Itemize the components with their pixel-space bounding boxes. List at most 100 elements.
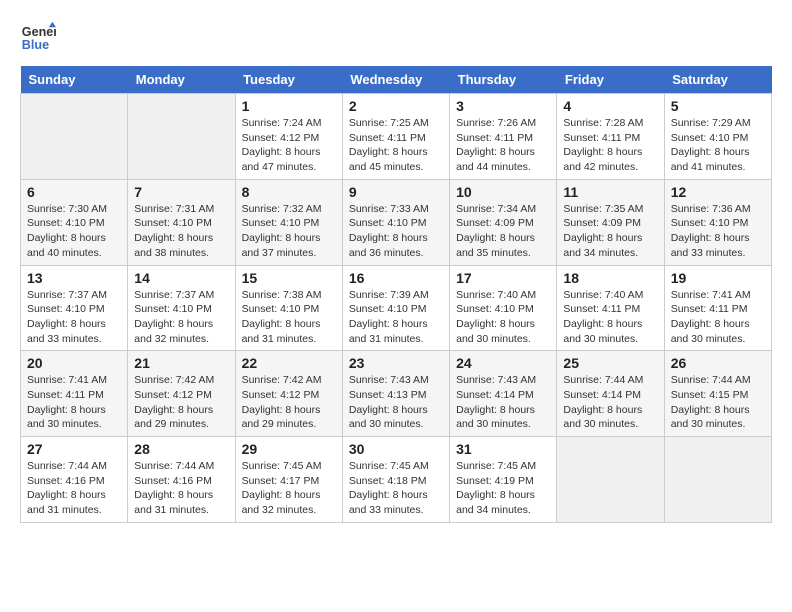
calendar-cell: 31 Sunrise: 7:45 AMSunset: 4:19 PMDaylig… <box>450 437 557 523</box>
calendar-cell: 29 Sunrise: 7:45 AMSunset: 4:17 PMDaylig… <box>235 437 342 523</box>
day-number: 29 <box>242 441 336 457</box>
calendar-week-3: 13 Sunrise: 7:37 AMSunset: 4:10 PMDaylig… <box>21 265 772 351</box>
day-info: Sunrise: 7:39 AMSunset: 4:10 PMDaylight:… <box>349 289 429 345</box>
calendar-cell <box>557 437 664 523</box>
day-info: Sunrise: 7:41 AMSunset: 4:11 PMDaylight:… <box>27 374 107 430</box>
day-info: Sunrise: 7:29 AMSunset: 4:10 PMDaylight:… <box>671 117 751 173</box>
day-number: 19 <box>671 270 765 286</box>
calendar-cell <box>21 94 128 180</box>
day-number: 5 <box>671 98 765 114</box>
calendar-cell: 3 Sunrise: 7:26 AMSunset: 4:11 PMDayligh… <box>450 94 557 180</box>
calendar-cell: 25 Sunrise: 7:44 AMSunset: 4:14 PMDaylig… <box>557 351 664 437</box>
header-monday: Monday <box>128 66 235 94</box>
day-number: 26 <box>671 355 765 371</box>
calendar-cell: 9 Sunrise: 7:33 AMSunset: 4:10 PMDayligh… <box>342 179 449 265</box>
calendar-cell: 10 Sunrise: 7:34 AMSunset: 4:09 PMDaylig… <box>450 179 557 265</box>
logo: General Blue <box>20 20 56 56</box>
day-info: Sunrise: 7:26 AMSunset: 4:11 PMDaylight:… <box>456 117 536 173</box>
day-number: 23 <box>349 355 443 371</box>
day-info: Sunrise: 7:25 AMSunset: 4:11 PMDaylight:… <box>349 117 429 173</box>
day-info: Sunrise: 7:45 AMSunset: 4:19 PMDaylight:… <box>456 460 536 516</box>
day-number: 20 <box>27 355 121 371</box>
day-number: 3 <box>456 98 550 114</box>
calendar-cell: 6 Sunrise: 7:30 AMSunset: 4:10 PMDayligh… <box>21 179 128 265</box>
calendar-cell: 11 Sunrise: 7:35 AMSunset: 4:09 PMDaylig… <box>557 179 664 265</box>
calendar-week-4: 20 Sunrise: 7:41 AMSunset: 4:11 PMDaylig… <box>21 351 772 437</box>
day-info: Sunrise: 7:42 AMSunset: 4:12 PMDaylight:… <box>242 374 322 430</box>
calendar-cell: 2 Sunrise: 7:25 AMSunset: 4:11 PMDayligh… <box>342 94 449 180</box>
day-number: 2 <box>349 98 443 114</box>
calendar-cell: 28 Sunrise: 7:44 AMSunset: 4:16 PMDaylig… <box>128 437 235 523</box>
day-info: Sunrise: 7:45 AMSunset: 4:17 PMDaylight:… <box>242 460 322 516</box>
page-header: General Blue <box>20 20 772 56</box>
day-info: Sunrise: 7:34 AMSunset: 4:09 PMDaylight:… <box>456 203 536 259</box>
calendar-cell: 26 Sunrise: 7:44 AMSunset: 4:15 PMDaylig… <box>664 351 771 437</box>
day-info: Sunrise: 7:44 AMSunset: 4:14 PMDaylight:… <box>563 374 643 430</box>
day-info: Sunrise: 7:41 AMSunset: 4:11 PMDaylight:… <box>671 289 751 345</box>
day-number: 27 <box>27 441 121 457</box>
day-number: 14 <box>134 270 228 286</box>
day-number: 1 <box>242 98 336 114</box>
calendar-cell: 19 Sunrise: 7:41 AMSunset: 4:11 PMDaylig… <box>664 265 771 351</box>
header-sunday: Sunday <box>21 66 128 94</box>
day-number: 6 <box>27 184 121 200</box>
day-info: Sunrise: 7:30 AMSunset: 4:10 PMDaylight:… <box>27 203 107 259</box>
calendar-cell: 18 Sunrise: 7:40 AMSunset: 4:11 PMDaylig… <box>557 265 664 351</box>
calendar-cell: 22 Sunrise: 7:42 AMSunset: 4:12 PMDaylig… <box>235 351 342 437</box>
header-tuesday: Tuesday <box>235 66 342 94</box>
day-number: 30 <box>349 441 443 457</box>
calendar-cell: 14 Sunrise: 7:37 AMSunset: 4:10 PMDaylig… <box>128 265 235 351</box>
calendar-week-1: 1 Sunrise: 7:24 AMSunset: 4:12 PMDayligh… <box>21 94 772 180</box>
day-info: Sunrise: 7:42 AMSunset: 4:12 PMDaylight:… <box>134 374 214 430</box>
header-wednesday: Wednesday <box>342 66 449 94</box>
day-number: 9 <box>349 184 443 200</box>
calendar-week-2: 6 Sunrise: 7:30 AMSunset: 4:10 PMDayligh… <box>21 179 772 265</box>
header-saturday: Saturday <box>664 66 771 94</box>
calendar-cell <box>664 437 771 523</box>
logo-icon: General Blue <box>20 20 56 56</box>
day-number: 16 <box>349 270 443 286</box>
day-number: 7 <box>134 184 228 200</box>
day-number: 22 <box>242 355 336 371</box>
calendar-cell <box>128 94 235 180</box>
calendar-cell: 4 Sunrise: 7:28 AMSunset: 4:11 PMDayligh… <box>557 94 664 180</box>
day-info: Sunrise: 7:45 AMSunset: 4:18 PMDaylight:… <box>349 460 429 516</box>
day-number: 4 <box>563 98 657 114</box>
calendar-cell: 24 Sunrise: 7:43 AMSunset: 4:14 PMDaylig… <box>450 351 557 437</box>
day-info: Sunrise: 7:43 AMSunset: 4:14 PMDaylight:… <box>456 374 536 430</box>
calendar-cell: 20 Sunrise: 7:41 AMSunset: 4:11 PMDaylig… <box>21 351 128 437</box>
calendar-cell: 5 Sunrise: 7:29 AMSunset: 4:10 PMDayligh… <box>664 94 771 180</box>
calendar-cell: 23 Sunrise: 7:43 AMSunset: 4:13 PMDaylig… <box>342 351 449 437</box>
day-info: Sunrise: 7:43 AMSunset: 4:13 PMDaylight:… <box>349 374 429 430</box>
day-info: Sunrise: 7:31 AMSunset: 4:10 PMDaylight:… <box>134 203 214 259</box>
calendar-cell: 21 Sunrise: 7:42 AMSunset: 4:12 PMDaylig… <box>128 351 235 437</box>
calendar-table: SundayMondayTuesdayWednesdayThursdayFrid… <box>20 66 772 523</box>
calendar-cell: 15 Sunrise: 7:38 AMSunset: 4:10 PMDaylig… <box>235 265 342 351</box>
header-thursday: Thursday <box>450 66 557 94</box>
day-number: 15 <box>242 270 336 286</box>
day-info: Sunrise: 7:38 AMSunset: 4:10 PMDaylight:… <box>242 289 322 345</box>
day-number: 28 <box>134 441 228 457</box>
calendar-cell: 7 Sunrise: 7:31 AMSunset: 4:10 PMDayligh… <box>128 179 235 265</box>
day-info: Sunrise: 7:37 AMSunset: 4:10 PMDaylight:… <box>134 289 214 345</box>
day-number: 18 <box>563 270 657 286</box>
day-info: Sunrise: 7:32 AMSunset: 4:10 PMDaylight:… <box>242 203 322 259</box>
day-info: Sunrise: 7:24 AMSunset: 4:12 PMDaylight:… <box>242 117 322 173</box>
calendar-cell: 30 Sunrise: 7:45 AMSunset: 4:18 PMDaylig… <box>342 437 449 523</box>
day-number: 11 <box>563 184 657 200</box>
day-info: Sunrise: 7:40 AMSunset: 4:10 PMDaylight:… <box>456 289 536 345</box>
calendar-cell: 1 Sunrise: 7:24 AMSunset: 4:12 PMDayligh… <box>235 94 342 180</box>
day-number: 13 <box>27 270 121 286</box>
day-number: 25 <box>563 355 657 371</box>
day-info: Sunrise: 7:44 AMSunset: 4:15 PMDaylight:… <box>671 374 751 430</box>
day-info: Sunrise: 7:40 AMSunset: 4:11 PMDaylight:… <box>563 289 643 345</box>
day-number: 31 <box>456 441 550 457</box>
calendar-cell: 12 Sunrise: 7:36 AMSunset: 4:10 PMDaylig… <box>664 179 771 265</box>
header-friday: Friday <box>557 66 664 94</box>
day-number: 12 <box>671 184 765 200</box>
day-info: Sunrise: 7:36 AMSunset: 4:10 PMDaylight:… <box>671 203 751 259</box>
calendar-cell: 27 Sunrise: 7:44 AMSunset: 4:16 PMDaylig… <box>21 437 128 523</box>
svg-text:Blue: Blue <box>22 38 49 52</box>
day-number: 21 <box>134 355 228 371</box>
day-info: Sunrise: 7:44 AMSunset: 4:16 PMDaylight:… <box>134 460 214 516</box>
